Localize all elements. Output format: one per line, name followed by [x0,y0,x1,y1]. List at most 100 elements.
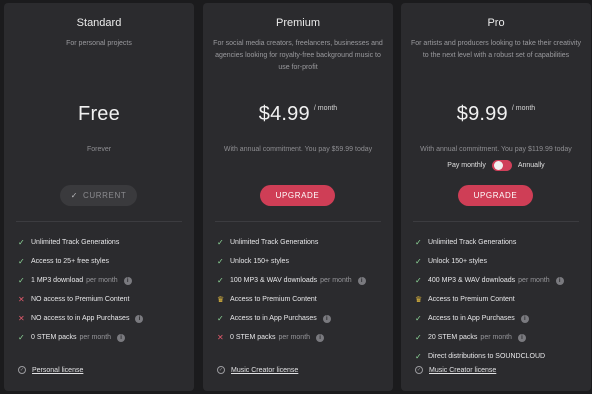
feature-text: Unlock 150+ styles [230,258,289,265]
check-icon: ✓ [415,257,422,266]
feature-item: ✓ Unlimited Track Generations [217,233,387,252]
price-row: $4.99 / month [203,103,393,126]
current-plan-button[interactable]: ✓ CURRENT [60,185,137,206]
license-badge-icon: ✓ [18,366,26,374]
feature-suffix: per month [320,277,352,284]
plan-price: $9.99 [456,103,508,125]
feature-text: Unlimited Track Generations [230,239,319,246]
feature-item: ✓ Direct distributions to SOUNDCLOUD [415,347,585,366]
feature-text: NO access to Premium Content [31,296,130,303]
feature-list: ✓ Unlimited Track Generations ✓ Unlock 150+… [217,233,387,347]
feature-item: ✕ NO access to in App Purchases i [18,309,188,328]
feature-text: Access to 25+ free styles [31,258,110,265]
feature-item: ✓ 1 MP3 download per month i [18,271,188,290]
feature-text: Access to in App Purchases [428,315,515,322]
price-row: Free [4,103,194,126]
price-period: / month [511,105,536,112]
feature-suffix: per month [518,277,550,284]
feature-suffix: per month [278,334,311,341]
info-icon[interactable]: i [555,276,564,285]
feature-item: ♛ Access to Premium Content [217,290,387,309]
info-icon[interactable]: i [520,314,529,323]
billing-toggle[interactable] [491,160,512,171]
plan-price: $4.99 [258,103,310,125]
feature-text: Access to Premium Content [428,296,515,303]
check-icon: ✓ [70,191,78,200]
plan-name: Standard [76,17,122,29]
info-icon[interactable]: i [357,276,366,285]
check-icon: ✓ [217,257,224,266]
plan-name: Premium [275,17,320,29]
check-icon: ✓ [217,238,224,247]
plan-card-standard: Standard For personal projects Free Fore… [4,3,194,391]
license-badge-icon: ✓ [217,366,225,374]
cross-icon: ✕ [217,333,224,342]
license-row: ✓ Personal license [18,366,83,374]
upgrade-button[interactable]: UPGRADE [260,185,335,206]
license-link[interactable]: Personal license [32,367,83,374]
check-icon: ✓ [415,352,422,361]
feature-text: Unlimited Track Generations [428,239,517,246]
plan-card-premium: Premium For social media creators, freel… [203,3,393,391]
check-icon: ✓ [415,314,422,323]
check-icon: ✓ [18,257,25,266]
feature-item: ✓ 100 MP3 & WAV downloads per month i [217,271,387,290]
feature-text: 100 MP3 & WAV downloads [230,277,318,284]
check-icon: ✓ [415,333,422,342]
current-plan-label: CURRENT [83,191,127,200]
plan-description: For personal projects [66,40,132,47]
toggle-label-monthly[interactable]: Pay monthly [447,162,486,169]
upgrade-button[interactable]: UPGRADE [458,185,533,206]
cross-icon: ✕ [18,314,25,323]
check-icon: ✓ [217,276,224,285]
divider [215,221,381,222]
check-icon: ✓ [18,276,25,285]
price-row: $9.99 / month [401,103,591,126]
feature-item: ✓ Access to 25+ free styles [18,252,188,271]
price-note: With annual commitment. You pay $59.99 t… [223,146,373,153]
crown-icon: ♛ [415,295,423,304]
license-badge-icon: ✓ [415,366,423,374]
check-icon: ✓ [415,276,422,285]
feature-item: ✓ 0 STEM packs per month i [18,328,188,347]
feature-item: ✓ Unlimited Track Generations [415,233,585,252]
feature-item: ✓ Unlimited Track Generations [18,233,188,252]
license-row: ✓ Music Creator license [217,366,298,374]
feature-item: ✓ Access to in App Purchases i [217,309,387,328]
info-icon[interactable]: i [316,333,325,342]
price-note: Forever [86,146,112,153]
feature-text: NO access to in App Purchases [31,315,130,322]
license-row: ✓ Music Creator license [415,366,496,374]
feature-text: Access to in App Purchases [230,315,317,322]
feature-text: 20 STEM packs [428,334,478,341]
feature-list: ✓ Unlimited Track Generations ✓ Unlock 150+… [415,233,585,366]
plan-name: Pro [487,17,505,29]
feature-item: ✓ Access to in App Purchases i [415,309,585,328]
divider [413,221,579,222]
feature-item: ✓ Unlock 150+ styles [415,252,585,271]
toggle-knob [493,161,503,170]
info-icon[interactable]: i [117,333,126,342]
check-icon: ✓ [415,238,422,247]
feature-text: 400 MP3 & WAV downloads [428,277,516,284]
cross-icon: ✕ [18,295,25,304]
license-link[interactable]: Music Creator license [429,367,496,374]
info-icon[interactable]: i [135,314,144,323]
info-icon[interactable]: i [123,276,132,285]
info-icon[interactable]: i [517,333,526,342]
toggle-label-annually[interactable]: Annually [518,162,545,169]
price-note: With annual commitment. You pay $119.99 … [420,146,572,153]
feature-text: Unlock 150+ styles [428,258,487,265]
check-icon: ✓ [217,314,224,323]
check-icon: ✓ [18,333,25,342]
license-link[interactable]: Music Creator license [231,367,298,374]
divider [16,221,182,222]
plan-description: For artists and producers looking to tak… [410,40,582,59]
plan-card-pro: Pro For artists and producers looking to… [401,3,591,391]
feature-suffix: per month [79,334,112,341]
feature-item: ✕ 0 STEM packs per month i [217,328,387,347]
info-icon[interactable]: i [322,314,331,323]
feature-list: ✓ Unlimited Track Generations ✓ Access to 2… [18,233,188,347]
feature-text: 0 STEM packs [230,334,276,341]
plan-description: For social media creators, freelancers, … [213,40,383,71]
